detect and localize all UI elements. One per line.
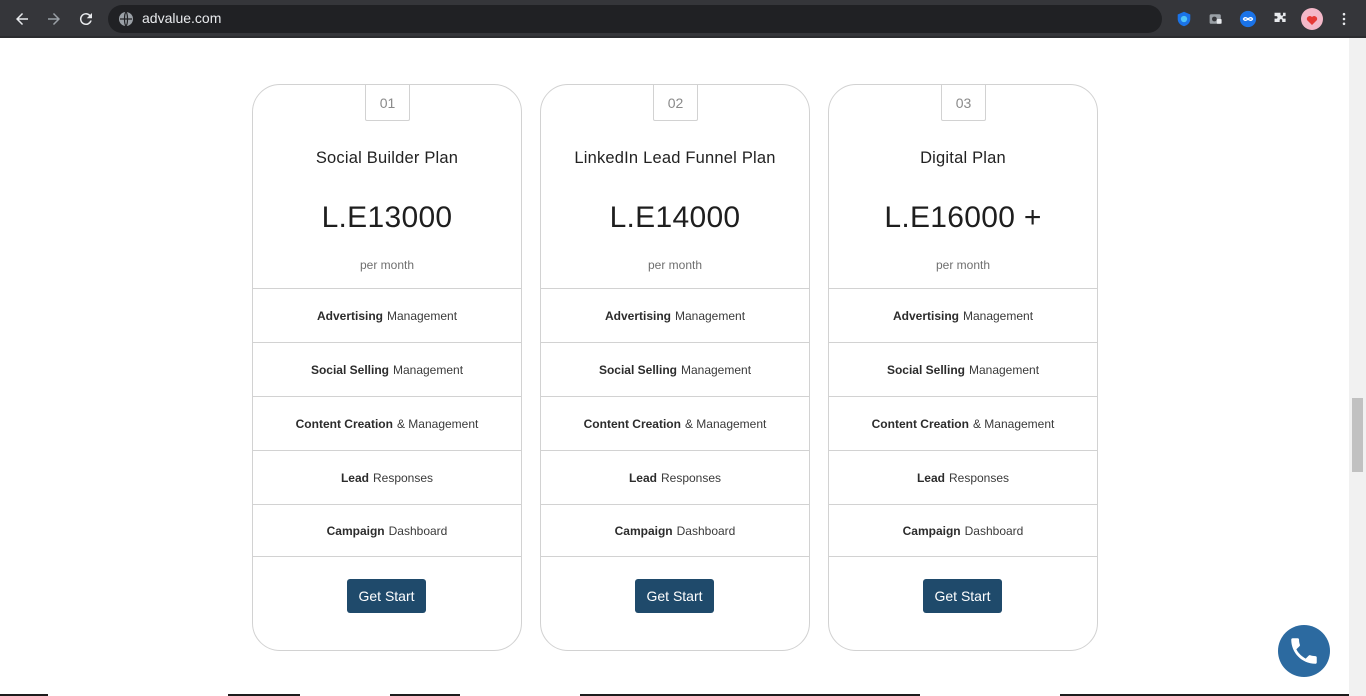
back-arrow-icon[interactable] [11, 8, 33, 30]
feature-rest: Management [674, 308, 746, 323]
plan-price: L.E16000 + [884, 201, 1042, 234]
feature-item: Advertising Management [253, 288, 521, 342]
feature-rest: Dashboard [676, 523, 736, 538]
plan-period: per month [359, 258, 415, 272]
browser-menu-icon[interactable] [1334, 9, 1354, 29]
feature-item: Campaign Dashboard [253, 504, 521, 557]
feature-bold: Content Creation [871, 416, 969, 431]
get-start-button[interactable]: Get Start [923, 579, 1002, 613]
feature-item: Lead Responses [829, 450, 1097, 504]
puzzle-icon[interactable] [1270, 9, 1290, 29]
feature-bold: Social Selling [886, 362, 965, 377]
feature-bold: Lead [916, 470, 945, 485]
feature-item: Content Creation & Management [541, 396, 809, 450]
feature-bold: Social Selling [310, 362, 389, 377]
get-start-button[interactable]: Get Start [347, 579, 426, 613]
get-start-button[interactable]: Get Start [635, 579, 714, 613]
url-text: advalue.com [142, 10, 222, 26]
plan-number: 03 [941, 85, 986, 121]
infinity-extension-icon[interactable] [1238, 9, 1258, 29]
feature-bold: Content Creation [583, 416, 681, 431]
feature-item: Campaign Dashboard [541, 504, 809, 557]
feature-item: Lead Responses [253, 450, 521, 504]
toolbar-divider [0, 36, 1366, 38]
feature-list: Advertising Management Social Selling Mana… [253, 288, 521, 557]
feature-item: Campaign Dashboard [829, 504, 1097, 557]
feature-rest: & Management [972, 416, 1055, 431]
plan-title: LinkedIn Lead Funnel Plan [574, 149, 776, 167]
feature-item: Advertising Management [829, 288, 1097, 342]
feature-list: Advertising Management Social Selling Mana… [829, 288, 1097, 557]
profile-avatar[interactable] [1301, 8, 1323, 30]
phone-call-button[interactable] [1278, 625, 1330, 677]
site-info-icon[interactable] [118, 11, 134, 27]
feature-item: Social Selling Management [829, 342, 1097, 396]
feature-bold: Advertising [604, 308, 671, 323]
feature-bold: Campaign [902, 523, 961, 538]
feature-rest: Dashboard [388, 523, 448, 538]
edge-shield-icon[interactable] [1174, 9, 1194, 29]
privacy-extension-icon[interactable] [1206, 9, 1226, 29]
feature-bold: Advertising [316, 308, 383, 323]
feature-rest: Management [386, 308, 458, 323]
reload-icon[interactable] [75, 8, 97, 30]
feature-bold: Lead [340, 470, 369, 485]
plan-price: L.E14000 [609, 201, 741, 234]
browser-toolbar: advalue.com [0, 0, 1366, 38]
address-bar[interactable]: advalue.com [108, 5, 1162, 33]
plan-period: per month [647, 258, 703, 272]
feature-rest: & Management [684, 416, 767, 431]
page-scrollbar[interactable] [1349, 38, 1366, 696]
feature-bold: Advertising [892, 308, 959, 323]
feature-rest: Responses [948, 470, 1010, 485]
feature-rest: Management [680, 362, 752, 377]
plan-title: Digital Plan [920, 149, 1006, 167]
plan-number: 02 [653, 85, 698, 121]
plan-period: per month [935, 258, 991, 272]
feature-bold: Lead [628, 470, 657, 485]
feature-rest: & Management [396, 416, 479, 431]
phone-icon [1291, 638, 1317, 664]
feature-item: Social Selling Management [253, 342, 521, 396]
feature-item: Advertising Management [541, 288, 809, 342]
feature-item: Social Selling Management [541, 342, 809, 396]
feature-rest: Management [392, 362, 464, 377]
feature-bold: Campaign [614, 523, 673, 538]
plan-card-3: 03 Digital Plan L.E16000 + per month Adv… [828, 84, 1098, 651]
scrollbar-thumb[interactable] [1352, 398, 1363, 472]
feature-bold: Campaign [326, 523, 385, 538]
plan-title: Social Builder Plan [315, 149, 459, 167]
feature-rest: Management [968, 362, 1040, 377]
feature-rest: Dashboard [964, 523, 1024, 538]
plan-number: 01 [365, 85, 410, 121]
feature-bold: Content Creation [295, 416, 393, 431]
plan-card-2: 02 LinkedIn Lead Funnel Plan L.E14000 pe… [540, 84, 810, 651]
plan-card-1: 01 Social Builder Plan L.E13000 per mont… [252, 84, 522, 651]
forward-arrow-icon[interactable] [43, 8, 65, 30]
feature-item: Lead Responses [541, 450, 809, 504]
feature-rest: Management [962, 308, 1034, 323]
feature-rest: Responses [660, 470, 722, 485]
plan-price: L.E13000 [321, 201, 453, 234]
feature-item: Content Creation & Management [829, 396, 1097, 450]
feature-rest: Responses [372, 470, 434, 485]
feature-item: Content Creation & Management [253, 396, 521, 450]
feature-list: Advertising Management Social Selling Mana… [541, 288, 809, 557]
feature-bold: Social Selling [598, 362, 677, 377]
